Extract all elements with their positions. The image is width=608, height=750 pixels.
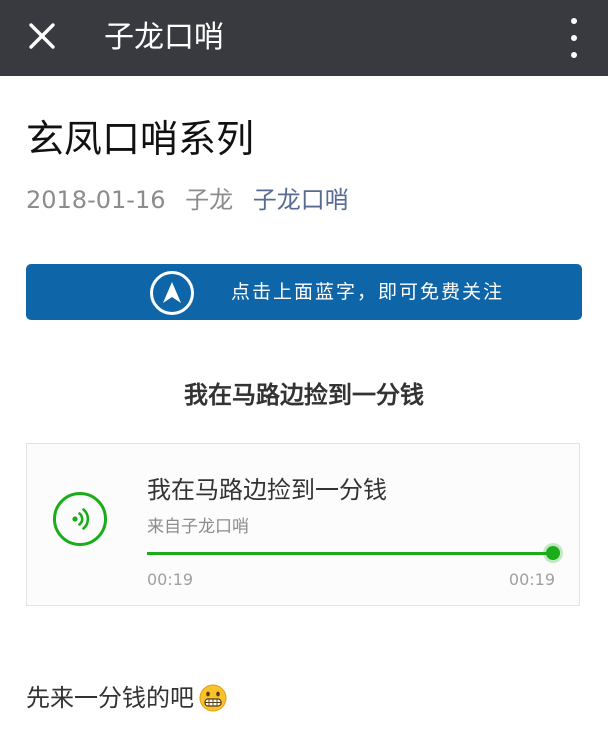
audio-progress-bar[interactable]	[147, 546, 560, 560]
body-text: 先来一分钱的吧	[26, 684, 194, 712]
page-title: 子龙口哨	[104, 20, 224, 55]
close-button[interactable]	[22, 16, 62, 56]
audio-wave-icon	[72, 508, 90, 530]
more-dot	[571, 35, 577, 41]
publish-date: 2018-01-16	[26, 186, 166, 214]
article-body-paragraph: 先来一分钱的吧	[26, 678, 228, 718]
article-meta: 2018-01-16 子龙 子龙口哨	[26, 183, 361, 217]
follow-banner[interactable]: 点击上面蓝字，即可免费关注	[26, 264, 582, 320]
audio-play-button[interactable]	[53, 492, 107, 546]
audio-player-card[interactable]: 我在马路边捡到一分钱 来自子龙口哨 00:19 00:19	[26, 443, 580, 606]
close-icon	[29, 23, 55, 49]
more-vertical-icon	[571, 18, 577, 24]
audio-title: 我在马路边捡到一分钱	[147, 476, 387, 504]
account-link[interactable]: 子龙口哨	[253, 186, 349, 214]
audio-source: 来自子龙口哨	[147, 517, 249, 537]
more-options-button[interactable]	[566, 18, 582, 58]
top-navigation-bar: 子龙口哨	[0, 0, 608, 76]
section-heading: 我在马路边捡到一分钱	[184, 381, 424, 409]
more-dot	[571, 52, 577, 58]
audio-current-time: 00:19	[147, 570, 194, 589]
grimacing-face-emoji	[199, 684, 227, 712]
follow-banner-text: 点击上面蓝字，即可免费关注	[231, 281, 505, 303]
author-name: 子龙	[185, 186, 234, 214]
navigation-arrow-icon	[150, 271, 194, 315]
audio-total-time: 00:19	[508, 570, 555, 589]
article-title: 玄凤口哨系列	[26, 117, 255, 161]
audio-progress-handle[interactable]	[546, 546, 560, 560]
audio-progress-fill	[147, 552, 553, 555]
